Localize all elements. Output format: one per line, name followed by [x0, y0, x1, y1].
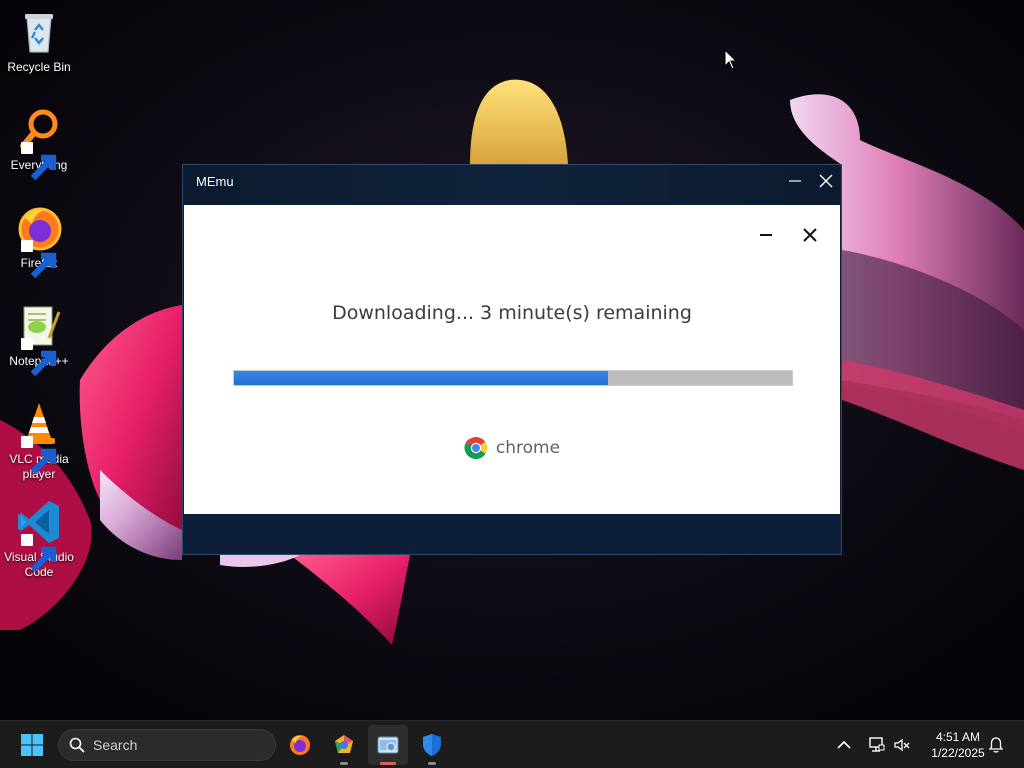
search-label: Search	[93, 737, 138, 753]
taskbar-app-windows-security[interactable]	[412, 725, 452, 765]
taskbar-search-box[interactable]: Search	[58, 729, 276, 761]
shortcut-arrow-icon	[21, 240, 57, 279]
desktop-icon-label: Recycle Bin	[7, 60, 71, 74]
close-button[interactable]	[810, 165, 842, 197]
desktop-icon-recycle-bin[interactable]: Recycle Bin	[0, 8, 78, 75]
start-button[interactable]	[12, 725, 52, 765]
shortcut-arrow-icon	[21, 534, 57, 573]
installer-close-button[interactable]	[796, 221, 824, 249]
volume-muted-icon	[894, 738, 910, 752]
chrome-installer-dialog: Downloading... 3 minute(s) remaining chr…	[184, 205, 840, 514]
running-indicator	[340, 762, 348, 765]
download-status: Downloading... 3 minute(s) remaining	[332, 302, 692, 324]
memu-titlebar[interactable]: MEmu	[183, 165, 841, 205]
chevron-up-icon	[837, 740, 851, 749]
show-hidden-icons-button[interactable]	[832, 733, 856, 757]
shortcut-arrow-icon	[21, 338, 57, 377]
desktop-icon-firefox[interactable]: Firefox	[0, 204, 78, 279]
window-title: MEmu	[196, 174, 234, 189]
minimize-button[interactable]	[779, 165, 811, 197]
installer-minimize-button[interactable]	[752, 221, 780, 249]
shortcut-arrow-icon	[21, 436, 57, 475]
download-progress-bar	[233, 370, 793, 386]
brand-label: chrome	[495, 438, 561, 458]
mouse-cursor-icon	[724, 49, 738, 70]
close-icon	[819, 174, 833, 188]
running-indicator	[428, 762, 436, 765]
bell-icon	[988, 737, 1004, 753]
firefox-icon	[290, 735, 310, 755]
memu-window: MEmu Downloading... 3 minute(s) remainin…	[182, 164, 842, 555]
minimize-icon	[789, 180, 801, 182]
desktop-icon-notepad-plus-plus[interactable]: Notepad++	[0, 302, 78, 377]
active-indicator	[380, 762, 396, 765]
desktop-icon-everything[interactable]: Everything	[0, 106, 78, 181]
search-icon	[69, 737, 85, 753]
close-icon	[803, 228, 817, 242]
taskbar: Search 4:51 AM 1/22/2025	[0, 720, 1024, 768]
taskbar-app-chrome-installer[interactable]	[324, 725, 364, 765]
memu-footer	[183, 514, 841, 554]
progress-fill	[234, 371, 608, 385]
recycle-bin-icon	[25, 14, 53, 53]
volume-button[interactable]	[890, 733, 914, 757]
network-icon	[869, 737, 885, 752]
taskbar-app-firefox[interactable]	[280, 725, 320, 765]
memu-icon	[377, 736, 399, 754]
notifications-button[interactable]	[984, 733, 1008, 757]
desktop-icon-vlc[interactable]: VLC media player	[0, 400, 78, 482]
windows-start-icon	[21, 734, 43, 756]
network-button[interactable]	[864, 733, 888, 757]
chrome-installer-icon	[335, 735, 353, 753]
desktop-icon-vscode[interactable]: Visual Studio Code	[0, 498, 78, 580]
windows-security-icon	[423, 734, 441, 756]
shortcut-arrow-icon	[21, 142, 57, 181]
taskbar-app-memu[interactable]	[368, 725, 408, 765]
chrome-brand: chrome	[184, 436, 840, 460]
minimize-icon	[760, 234, 772, 236]
chrome-logo-icon	[464, 437, 487, 459]
